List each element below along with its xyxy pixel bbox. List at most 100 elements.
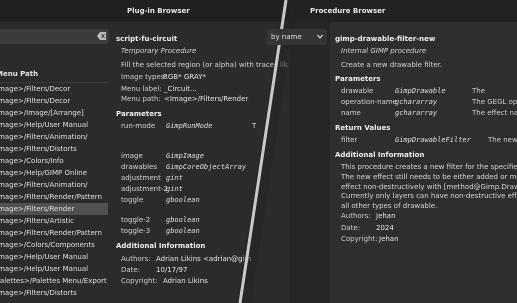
info-line: Currently only layers can have non-destr… [341,192,517,201]
tree-row[interactable]: Image>/Colors/Info [0,155,108,167]
tree-row[interactable]: Image>/Filters/Artistic [0,215,108,227]
param-name: image [121,152,143,160]
authors-value: Adrian Likins <adrian@gim [156,255,252,263]
tree-row-label: Image>/Colors/Info [0,157,64,165]
procedure-browser-titlebar: Procedure Browser [290,0,517,22]
additional-info-text: This procedure creates a new filter for … [341,163,517,212]
tree-row-label: Image>/Help/User Manual [0,121,89,129]
procedure-blurb: Internal GIMP procedure [341,47,427,55]
param-name: adjustment [121,174,161,182]
procedure-name: gimp-drawable-filter-new [335,35,436,43]
search-input[interactable] [0,29,109,44]
menu-path-value: <Image>/Filters/Render [164,95,249,103]
param-row: run-mode GimpRunMode T [121,122,256,130]
param-name: name [341,109,361,117]
sort-dropdown[interactable]: by name [267,29,327,45]
image-types-value: RGB* GRAY* [163,73,206,81]
tree-row[interactable]: Image>/Help/User Manual [0,119,108,131]
plugin-browser-titlebar: Plug-in Browser [0,0,290,22]
window-title: Plug-in Browser [127,7,190,15]
param-type: gchararray [395,109,438,117]
tree-row-label: Image>/Image/[Arrange] [0,109,84,117]
authors-row: Authors: Jehan [341,212,396,220]
tree-row-label: Image>/Filters/Animation/ [0,133,88,141]
param-desc: The effect na [472,109,517,117]
info-line: The new effect still needs to be either … [341,172,517,181]
copyright-value: Adrian Likins [163,277,208,285]
tree-row-label: Image>/Help/User Manual [0,265,89,273]
tree-row-label: Image>/Filters/Render/Pattern [0,193,102,201]
tree-row-label: Image>/Filters/Render/Pattern [0,229,102,237]
info-line: all other types of drawable. [341,202,438,211]
copyright-label: Copyright: [121,277,158,285]
tree-row[interactable]: Image>/Help/User Manual [0,251,108,263]
param-type: gint [166,185,183,193]
tree-row[interactable]: Image>/Filters/Render/Pattern [0,227,108,239]
param-row: adjustment gint [121,174,183,182]
tree-row[interactable]: Image>/Filters/Animation/ [0,131,108,143]
param-type: gboolean [166,227,200,235]
param-name: drawable [341,87,374,95]
param-name: run-mode [121,122,156,130]
param-type: GimpDrawable [395,87,446,95]
procedure-blurb: Temporary Procedure [121,47,197,55]
date-label: Date: [341,224,361,232]
tree-row[interactable]: Image>/Help/User Manual [0,263,108,275]
param-name: toggle-3 [121,227,151,235]
param-desc: The GEGL op [472,98,517,106]
authors-value: Jehan [376,212,396,220]
date-row: Date: 10/17/97 [121,266,187,274]
tree-row[interactable]: Image>/Filters/Distorts [0,143,108,155]
tree-row-label: Image>/Help/User Manual [0,253,89,261]
param-name: operation-name [341,98,397,106]
tree-row[interactable]: Image>/Filters/Decor [0,95,108,107]
info-line: effect non-destructively with [method@Gi… [341,182,517,191]
return-type: GimpDrawableFilter [395,136,471,144]
tree-row[interactable]: Image>/Filters/Animation/ [0,179,108,191]
additional-info-heading: Additional Information [116,242,206,250]
tree-row-label: Image>/Filters/Decor [0,85,71,93]
tree-row[interactable]: Image>/Filters/Render [0,203,108,215]
procedure-list-pane [290,22,330,303]
param-row: toggle-3 gboolean [121,227,200,235]
procedure-description: Fill the selected region (or alpha) with… [121,61,288,69]
return-row: filter GimpDrawableFilter The newly cre [341,136,517,144]
sort-label: by name [271,33,302,41]
image-types-label: Image types: [121,73,167,81]
tree-row[interactable]: Palettes>/Palettes Menu/Export a [0,275,108,287]
plugin-browser-window: Plug-in Browser Menu Path Image>/Filters… [0,0,290,303]
tree-row-label: Image>/Filters/Decor [0,97,71,105]
tree-row[interactable]: Image>/Image/[Arrange] [0,107,108,119]
param-row: adjustment-2 gint [121,185,183,193]
parameters-heading: Parameters [116,110,162,118]
copyright-value: Jehan [379,235,399,243]
tree-row[interactable]: Image>/Help/GIMP Online [0,167,108,179]
authors-row: Authors: Adrian Likins <adrian@gim [121,255,251,263]
tree-row-label: Image>/Colors/Components [0,241,95,249]
procedure-browser-window: Procedure Browser gimp-drawable-filter-n… [290,0,517,303]
tree-row[interactable]: Image>/Filters/Distorts [0,287,108,299]
tree-row[interactable]: Image>/Filters/Decor [0,83,108,95]
param-row: image GimpImage [121,152,204,160]
authors-label: Authors: [341,212,371,220]
edit-clear-icon[interactable] [97,32,106,40]
return-values-heading: Return Values [335,124,391,132]
return-name: filter [341,136,358,144]
param-type: GimpImage [166,152,204,160]
date-value: 10/17/97 [156,266,188,274]
param-desc: T [252,122,257,130]
param-name: toggle-2 [121,216,151,224]
additional-info-heading: Additional Information [335,151,425,159]
copyright-row: Copyright: Adrian Likins [121,277,208,285]
tree-row[interactable]: Image>/Filters/Render/Pattern [0,191,108,203]
menu-path-column-header[interactable]: Menu Path [0,70,108,82]
authors-label: Authors: [121,255,151,263]
param-row: toggle-2 gboolean [121,216,200,224]
param-name: toggle [121,196,144,204]
window-title: Procedure Browser [310,7,386,15]
column-header-label: Menu Path [0,70,39,78]
tree-row-label: Image>/Filters/Distorts [0,145,77,153]
tree-row[interactable]: Image>/Colors/Components [0,239,108,251]
procedure-description: Create a new drawable filter. [341,61,443,69]
return-desc: The newly cre [488,136,517,144]
